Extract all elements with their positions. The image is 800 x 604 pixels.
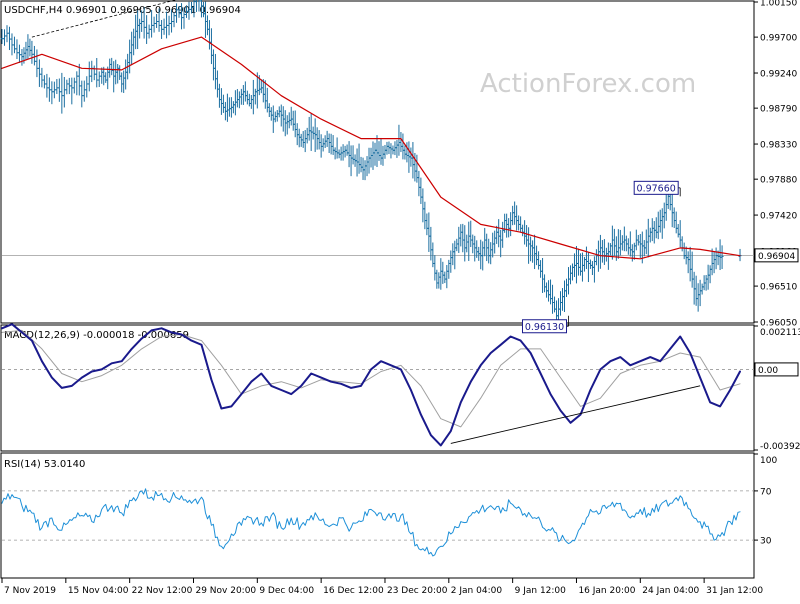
x-axis-tick-label: 31 Jan 12:00 bbox=[706, 586, 763, 596]
x-axis-tick-label: 16 Dec 12:00 bbox=[323, 586, 384, 596]
rsi-axis-tick-label: 100 bbox=[760, 456, 777, 466]
usdchf-chart: ActionForex.com USDCHF,H4 0.96901 0.9690… bbox=[0, 0, 800, 600]
chart-root: ActionForex.com USDCHF,H4 0.96901 0.9690… bbox=[0, 0, 800, 600]
price-axis-tick-label: 0.97880 bbox=[760, 176, 797, 186]
macd-axis-tick-label: -0.003922 bbox=[760, 442, 800, 452]
macd-axis-tick-label: 0.002113 bbox=[760, 328, 800, 338]
price-axis-tick-label: 1.00150 bbox=[760, 0, 797, 9]
x-axis-tick-label: 9 Dec 04:00 bbox=[259, 586, 314, 596]
x-axis-tick-label: 15 Nov 04:00 bbox=[68, 586, 129, 596]
price-axis-tick-label: 0.96050 bbox=[760, 319, 797, 329]
x-axis-tick-label: 29 Nov 20:00 bbox=[195, 586, 256, 596]
x-axis-tick-label: 9 Jan 12:00 bbox=[515, 586, 567, 596]
x-axis-tick-label: 2 Jan 04:00 bbox=[451, 586, 503, 596]
macd-current-tag: 0.00 bbox=[754, 362, 799, 377]
price-axis-tick-label: 0.96510 bbox=[760, 283, 797, 293]
price-annotation-label: 0.96130 bbox=[525, 322, 564, 333]
x-axis-tick-label: 7 Nov 2019 bbox=[4, 586, 56, 596]
x-axis-tick-label: 23 Dec 20:00 bbox=[387, 586, 448, 596]
price-axis-tick-label: 0.99700 bbox=[760, 34, 797, 44]
price-annotation: 0.97660 bbox=[633, 180, 681, 197]
watermark: ActionForex.com bbox=[480, 69, 696, 99]
price-axis-tick-label: 0.98330 bbox=[760, 141, 797, 151]
x-axis-tick-label: 24 Jan 04:00 bbox=[642, 586, 699, 596]
rsi-axis-tick-label: 30 bbox=[760, 537, 772, 547]
price-axis-tick-label: 0.98790 bbox=[760, 105, 797, 115]
current-price-tag-label: 0.96904 bbox=[758, 252, 795, 262]
rsi-panel-title: RSI(14) 53.0140 bbox=[4, 459, 85, 470]
price-annotation-label: 0.97660 bbox=[637, 183, 676, 194]
price-axis-tick-label: 0.97420 bbox=[760, 212, 797, 222]
x-axis-tick-label: 22 Nov 12:00 bbox=[132, 586, 193, 596]
macd-current-tag-label: 0.00 bbox=[758, 366, 778, 376]
rsi-axis-tick-label: 70 bbox=[760, 487, 772, 497]
current-price-tag: 0.96904 bbox=[754, 248, 799, 263]
price-axis-tick-label: 0.99240 bbox=[760, 70, 797, 80]
x-axis-tick-label: 16 Jan 20:00 bbox=[578, 586, 635, 596]
